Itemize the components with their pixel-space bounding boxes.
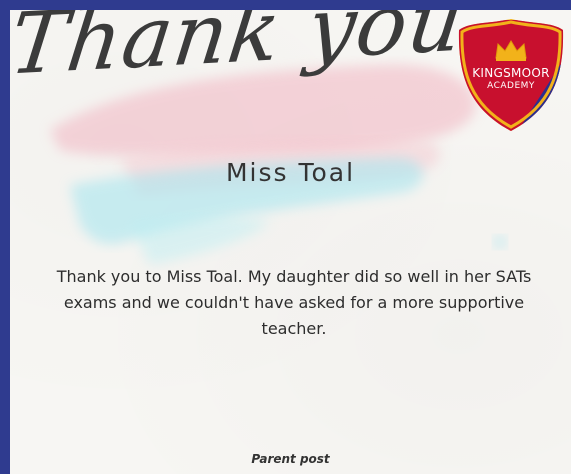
thank-you-card: Thank you KINGSMOOR ACADEMY Miss Toal Th… bbox=[10, 10, 571, 474]
thank-you-message: Thank you to Miss Toal. My daughter did … bbox=[56, 267, 532, 338]
crown-icon bbox=[495, 40, 527, 61]
teacher-name: Miss Toal bbox=[225, 158, 356, 187]
badge-school-type: ACADEMY bbox=[487, 81, 535, 91]
post-type-label: Parent post bbox=[251, 452, 330, 466]
school-badge: KINGSMOOR ACADEMY bbox=[456, 16, 566, 134]
badge-school-name: KINGSMOOR bbox=[472, 66, 550, 80]
